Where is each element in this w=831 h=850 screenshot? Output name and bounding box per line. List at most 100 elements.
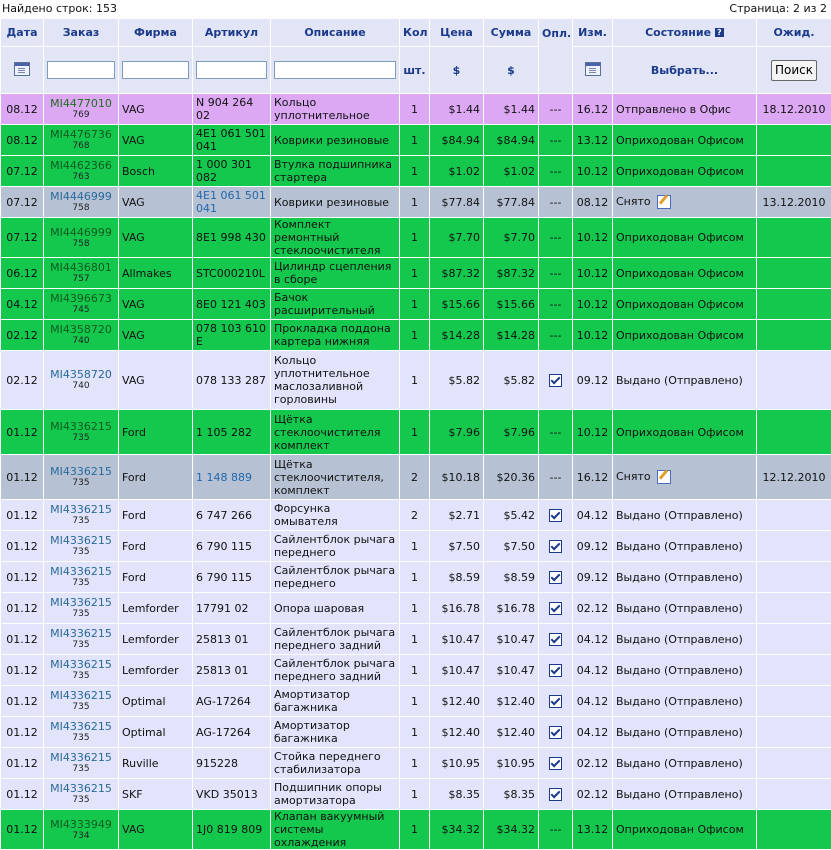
article-text[interactable]: 4E1 061 501 041 [196,189,266,215]
row-status: Оприходован Офисом [613,125,757,156]
order-link[interactable]: MI4336215 [47,535,115,547]
row-sum: $12.40 [484,686,539,717]
row-expected [757,351,831,410]
order-link[interactable]: MI4358720 [47,324,115,336]
col-status-header[interactable]: Состояние ? [613,19,757,47]
row-description: Бачок расширительный [271,289,400,320]
row-price: $87.32 [430,258,484,289]
help-icon[interactable]: ? [715,28,724,37]
row-price: $10.95 [430,748,484,779]
order-link[interactable]: MI4336215 [47,566,115,578]
row-sum: $15.66 [484,289,539,320]
article-text: 1J0 819 809 [196,823,262,836]
changed-calendar-filter[interactable] [573,47,613,94]
row-price: $7.50 [430,531,484,562]
order-link[interactable]: MI4477010 [47,98,115,110]
search-button[interactable]: Поиск [771,60,817,81]
row-paid: --- [539,320,573,351]
row-date: 07.12 [1,156,44,187]
row-paid [539,655,573,686]
article-text: 25813 01 [196,664,249,677]
row-sum: $84.94 [484,125,539,156]
order-link[interactable]: MI4336215 [47,421,115,433]
order-link[interactable]: MI4462366 [47,160,115,172]
order-link[interactable]: MI4446999 [47,191,115,203]
col-description-header[interactable]: Описание [271,19,400,47]
calendar-icon[interactable] [585,62,601,76]
col-article-header[interactable]: Артикул [193,19,271,47]
checkbox-icon [549,664,562,677]
order-link[interactable]: MI4358720 [47,369,115,381]
order-link[interactable]: MI4446999 [47,227,115,239]
order-link[interactable]: MI4336215 [47,659,115,671]
status-text: Выдано (Отправлено) [616,726,743,739]
col-firm-header[interactable]: Фирма [119,19,193,47]
row-sum: $87.32 [484,258,539,289]
row-qty: 1 [400,593,430,624]
order-link[interactable]: MI4336215 [47,783,115,795]
date-calendar-filter[interactable] [1,47,44,94]
table-row: 01.12MI4336215735OptimalAG-17264Амортиза… [1,686,831,717]
order-link[interactable]: MI4336215 [47,721,115,733]
order-number: 768 [47,141,115,151]
row-changed: 09.12 [573,531,613,562]
description-filter-input[interactable] [274,61,396,79]
edit-note-icon[interactable] [657,470,671,484]
article-text[interactable]: 1 148 889 [196,471,252,484]
firm-filter-input[interactable] [122,61,189,79]
col-price-header[interactable]: Цена [430,19,484,47]
order-link[interactable]: MI4476736 [47,129,115,141]
status-select-link[interactable]: Выбрать... [613,47,757,94]
qty-unit-label: шт. [400,47,430,94]
order-link[interactable]: MI4336215 [47,690,115,702]
checkbox-icon [549,788,562,801]
row-qty: 1 [400,686,430,717]
status-text: Оприходован Офисом [616,134,744,147]
row-changed: 10.12 [573,410,613,455]
article-text: 25813 01 [196,633,249,646]
col-sum-header[interactable]: Сумма [484,19,539,47]
row-order-cell: MI4336215735 [44,500,119,531]
row-changed: 04.12 [573,686,613,717]
edit-note-icon[interactable] [657,195,671,209]
row-price: $14.28 [430,320,484,351]
col-date-header[interactable]: Дата [1,19,44,47]
row-status: Оприходован Офисом [613,410,757,455]
col-expected-header[interactable]: Ожид. [757,19,831,47]
col-order-header[interactable]: Заказ [44,19,119,47]
table-row: 01.12MI4336215735Ruville915228Стойка пер… [1,748,831,779]
row-article[interactable]: 4E1 061 501 041 [193,187,271,218]
row-paid [539,779,573,810]
order-link[interactable]: MI4336215 [47,752,115,764]
order-link[interactable]: MI4333949 [47,819,115,831]
order-link[interactable]: MI4396673 [47,293,115,305]
row-sum: $10.95 [484,748,539,779]
article-filter-input[interactable] [196,61,267,79]
table-row: 07.12MI4446999758VAG4E1 061 501 041Коври… [1,187,831,218]
row-order-cell: MI4446999758 [44,187,119,218]
row-price: $7.96 [430,410,484,455]
row-paid [539,500,573,531]
row-expected [757,593,831,624]
order-link[interactable]: MI4336215 [47,628,115,640]
order-link[interactable]: MI4336215 [47,504,115,516]
row-firm: VAG [119,320,193,351]
row-paid: --- [539,156,573,187]
row-order-cell: MI4336215735 [44,410,119,455]
order-filter-input[interactable] [47,61,115,79]
row-description: Опора шаровая [271,593,400,624]
row-article[interactable]: 1 148 889 [193,455,271,500]
row-expected [757,717,831,748]
row-sum: $7.50 [484,531,539,562]
col-changed-header[interactable]: Изм. [573,19,613,47]
row-sum: $1.44 [484,94,539,125]
row-firm: VAG [119,94,193,125]
status-text: Отправлено в Офис [616,103,731,116]
article-text: 17791 02 [196,602,249,615]
calendar-icon[interactable] [14,62,30,76]
order-link[interactable]: MI4336215 [47,597,115,609]
order-link[interactable]: MI4436801 [47,262,115,274]
table-row: 01.12MI4336215735Ford1 148 889Щётка стек… [1,455,831,500]
article-text: STC000210L [196,267,265,280]
order-link[interactable]: MI4336215 [47,466,115,478]
